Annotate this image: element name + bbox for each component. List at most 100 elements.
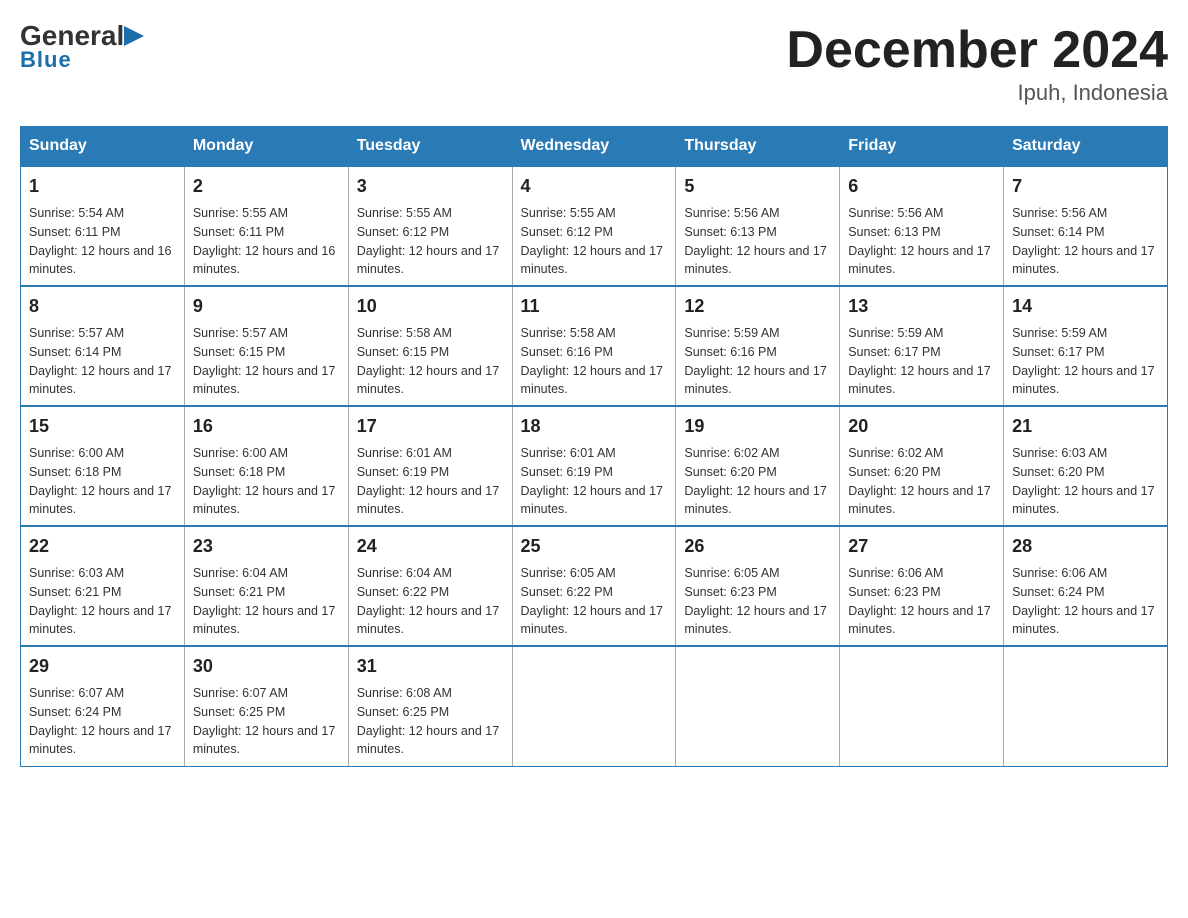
day-number: 26 <box>684 533 831 560</box>
page-header: General Blue December 2024 Ipuh, Indones… <box>20 20 1168 106</box>
day-number: 15 <box>29 413 176 440</box>
table-row: 16 Sunrise: 6:00 AMSunset: 6:18 PMDaylig… <box>184 406 348 526</box>
calendar-week-row: 29 Sunrise: 6:07 AMSunset: 6:24 PMDaylig… <box>21 646 1168 766</box>
day-info: Sunrise: 6:00 AMSunset: 6:18 PMDaylight:… <box>29 444 176 519</box>
col-header-wednesday: Wednesday <box>512 127 676 167</box>
day-number: 3 <box>357 173 504 200</box>
day-number: 10 <box>357 293 504 320</box>
day-info: Sunrise: 5:57 AMSunset: 6:15 PMDaylight:… <box>193 324 340 399</box>
day-info: Sunrise: 6:02 AMSunset: 6:20 PMDaylight:… <box>848 444 995 519</box>
day-info: Sunrise: 6:01 AMSunset: 6:19 PMDaylight:… <box>521 444 668 519</box>
day-number: 31 <box>357 653 504 680</box>
day-number: 25 <box>521 533 668 560</box>
day-number: 8 <box>29 293 176 320</box>
table-row: 18 Sunrise: 6:01 AMSunset: 6:19 PMDaylig… <box>512 406 676 526</box>
day-number: 7 <box>1012 173 1159 200</box>
day-number: 4 <box>521 173 668 200</box>
table-row: 27 Sunrise: 6:06 AMSunset: 6:23 PMDaylig… <box>840 526 1004 646</box>
table-row: 23 Sunrise: 6:04 AMSunset: 6:21 PMDaylig… <box>184 526 348 646</box>
day-info: Sunrise: 6:04 AMSunset: 6:21 PMDaylight:… <box>193 564 340 639</box>
day-info: Sunrise: 5:58 AMSunset: 6:16 PMDaylight:… <box>521 324 668 399</box>
day-number: 18 <box>521 413 668 440</box>
table-row: 15 Sunrise: 6:00 AMSunset: 6:18 PMDaylig… <box>21 406 185 526</box>
table-row: 21 Sunrise: 6:03 AMSunset: 6:20 PMDaylig… <box>1004 406 1168 526</box>
day-info: Sunrise: 6:01 AMSunset: 6:19 PMDaylight:… <box>357 444 504 519</box>
day-info: Sunrise: 5:54 AMSunset: 6:11 PMDaylight:… <box>29 204 176 279</box>
day-number: 14 <box>1012 293 1159 320</box>
day-info: Sunrise: 5:55 AMSunset: 6:11 PMDaylight:… <box>193 204 340 279</box>
day-info: Sunrise: 5:59 AMSunset: 6:17 PMDaylight:… <box>848 324 995 399</box>
table-row <box>1004 646 1168 766</box>
day-info: Sunrise: 5:55 AMSunset: 6:12 PMDaylight:… <box>357 204 504 279</box>
day-info: Sunrise: 5:59 AMSunset: 6:17 PMDaylight:… <box>1012 324 1159 399</box>
logo-arrow-icon <box>124 22 146 50</box>
table-row: 31 Sunrise: 6:08 AMSunset: 6:25 PMDaylig… <box>348 646 512 766</box>
day-info: Sunrise: 5:59 AMSunset: 6:16 PMDaylight:… <box>684 324 831 399</box>
col-header-friday: Friday <box>840 127 1004 167</box>
calendar-subtitle: Ipuh, Indonesia <box>786 80 1168 106</box>
logo: General Blue <box>20 20 146 73</box>
table-row <box>512 646 676 766</box>
table-row: 26 Sunrise: 6:05 AMSunset: 6:23 PMDaylig… <box>676 526 840 646</box>
day-info: Sunrise: 6:05 AMSunset: 6:22 PMDaylight:… <box>521 564 668 639</box>
table-row: 13 Sunrise: 5:59 AMSunset: 6:17 PMDaylig… <box>840 286 1004 406</box>
table-row: 10 Sunrise: 5:58 AMSunset: 6:15 PMDaylig… <box>348 286 512 406</box>
table-row: 28 Sunrise: 6:06 AMSunset: 6:24 PMDaylig… <box>1004 526 1168 646</box>
day-number: 16 <box>193 413 340 440</box>
day-info: Sunrise: 6:03 AMSunset: 6:21 PMDaylight:… <box>29 564 176 639</box>
calendar-week-row: 1 Sunrise: 5:54 AMSunset: 6:11 PMDayligh… <box>21 166 1168 286</box>
calendar-title: December 2024 <box>786 20 1168 80</box>
calendar-week-row: 22 Sunrise: 6:03 AMSunset: 6:21 PMDaylig… <box>21 526 1168 646</box>
day-number: 27 <box>848 533 995 560</box>
day-info: Sunrise: 5:55 AMSunset: 6:12 PMDaylight:… <box>521 204 668 279</box>
day-number: 23 <box>193 533 340 560</box>
day-number: 13 <box>848 293 995 320</box>
day-number: 9 <box>193 293 340 320</box>
col-header-saturday: Saturday <box>1004 127 1168 167</box>
table-row: 6 Sunrise: 5:56 AMSunset: 6:13 PMDayligh… <box>840 166 1004 286</box>
day-number: 29 <box>29 653 176 680</box>
day-info: Sunrise: 6:06 AMSunset: 6:24 PMDaylight:… <box>1012 564 1159 639</box>
table-row: 5 Sunrise: 5:56 AMSunset: 6:13 PMDayligh… <box>676 166 840 286</box>
day-number: 28 <box>1012 533 1159 560</box>
day-info: Sunrise: 6:07 AMSunset: 6:24 PMDaylight:… <box>29 684 176 759</box>
calendar-week-row: 15 Sunrise: 6:00 AMSunset: 6:18 PMDaylig… <box>21 406 1168 526</box>
title-section: December 2024 Ipuh, Indonesia <box>786 20 1168 106</box>
table-row <box>676 646 840 766</box>
day-number: 1 <box>29 173 176 200</box>
day-number: 20 <box>848 413 995 440</box>
day-number: 11 <box>521 293 668 320</box>
day-info: Sunrise: 6:03 AMSunset: 6:20 PMDaylight:… <box>1012 444 1159 519</box>
col-header-sunday: Sunday <box>21 127 185 167</box>
table-row: 24 Sunrise: 6:04 AMSunset: 6:22 PMDaylig… <box>348 526 512 646</box>
day-number: 24 <box>357 533 504 560</box>
day-number: 30 <box>193 653 340 680</box>
calendar-header-row: Sunday Monday Tuesday Wednesday Thursday… <box>21 127 1168 167</box>
table-row: 22 Sunrise: 6:03 AMSunset: 6:21 PMDaylig… <box>21 526 185 646</box>
table-row: 8 Sunrise: 5:57 AMSunset: 6:14 PMDayligh… <box>21 286 185 406</box>
day-number: 21 <box>1012 413 1159 440</box>
table-row: 11 Sunrise: 5:58 AMSunset: 6:16 PMDaylig… <box>512 286 676 406</box>
table-row: 25 Sunrise: 6:05 AMSunset: 6:22 PMDaylig… <box>512 526 676 646</box>
table-row: 19 Sunrise: 6:02 AMSunset: 6:20 PMDaylig… <box>676 406 840 526</box>
day-info: Sunrise: 5:56 AMSunset: 6:13 PMDaylight:… <box>848 204 995 279</box>
logo-blue-part <box>124 22 146 50</box>
table-row: 14 Sunrise: 5:59 AMSunset: 6:17 PMDaylig… <box>1004 286 1168 406</box>
table-row: 2 Sunrise: 5:55 AMSunset: 6:11 PMDayligh… <box>184 166 348 286</box>
logo-blue-label: Blue <box>20 47 72 73</box>
day-info: Sunrise: 5:58 AMSunset: 6:15 PMDaylight:… <box>357 324 504 399</box>
col-header-monday: Monday <box>184 127 348 167</box>
day-info: Sunrise: 6:00 AMSunset: 6:18 PMDaylight:… <box>193 444 340 519</box>
day-info: Sunrise: 6:05 AMSunset: 6:23 PMDaylight:… <box>684 564 831 639</box>
day-number: 17 <box>357 413 504 440</box>
table-row: 3 Sunrise: 5:55 AMSunset: 6:12 PMDayligh… <box>348 166 512 286</box>
col-header-thursday: Thursday <box>676 127 840 167</box>
day-number: 2 <box>193 173 340 200</box>
day-number: 5 <box>684 173 831 200</box>
table-row: 12 Sunrise: 5:59 AMSunset: 6:16 PMDaylig… <box>676 286 840 406</box>
table-row: 7 Sunrise: 5:56 AMSunset: 6:14 PMDayligh… <box>1004 166 1168 286</box>
table-row: 29 Sunrise: 6:07 AMSunset: 6:24 PMDaylig… <box>21 646 185 766</box>
table-row: 17 Sunrise: 6:01 AMSunset: 6:19 PMDaylig… <box>348 406 512 526</box>
day-number: 6 <box>848 173 995 200</box>
table-row: 1 Sunrise: 5:54 AMSunset: 6:11 PMDayligh… <box>21 166 185 286</box>
